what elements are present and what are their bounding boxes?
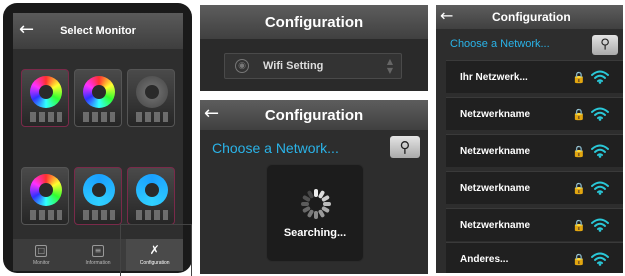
- page-title: Configuration: [264, 13, 364, 31]
- wifi-signal-icon: [591, 144, 609, 158]
- config-header: ← Configuration: [200, 100, 428, 130]
- chevron-updown-icon: ▲ ▼: [386, 57, 393, 75]
- wifi-signal-icon: [591, 70, 609, 84]
- config-header: ← Configuration: [436, 5, 623, 29]
- button-row-icon: [30, 112, 62, 122]
- globe-icon: ◉: [235, 59, 249, 73]
- page-title: Configuration: [492, 10, 571, 24]
- network-row[interactable]: Anderes... 🔒: [446, 242, 623, 273]
- lock-icon: 🔒: [572, 107, 586, 121]
- search-button[interactable]: ⚲: [390, 136, 420, 158]
- choose-network-label: Choose a Network...: [212, 140, 339, 156]
- wifi-signal-icon: [591, 107, 609, 121]
- blue-ring-icon: [136, 174, 168, 206]
- config-wifi-panel: Configuration ◉ Wifi Setting ▲ ▼: [200, 5, 428, 91]
- spinner-icon: [301, 189, 331, 219]
- back-arrow-icon[interactable]: ←: [440, 6, 453, 26]
- wifi-signal-icon: [591, 252, 609, 266]
- config-header: Configuration: [200, 5, 428, 39]
- network-name: Ihr Netzwerk...: [460, 71, 528, 83]
- network-name: Netzwerkname: [460, 182, 531, 194]
- monitor-tile[interactable]: [127, 69, 175, 127]
- color-wheel-icon: [83, 76, 115, 108]
- network-row[interactable]: Netzwerkname 🔒: [446, 208, 623, 241]
- monitor-tile[interactable]: [127, 167, 175, 225]
- wifi-signal-icon: [591, 218, 609, 232]
- page-title: Configuration: [264, 106, 364, 124]
- choose-network-label: Choose a Network...: [450, 38, 550, 50]
- wifi-setting-item[interactable]: ◉ Wifi Setting ▲ ▼: [224, 53, 402, 79]
- tab-monitor[interactable]: □ Monitor: [13, 239, 70, 271]
- tab-label: Monitor: [32, 259, 50, 266]
- color-wheel-icon: [30, 174, 62, 206]
- network-row[interactable]: Netzwerkname 🔒: [446, 171, 623, 204]
- monitor-tile[interactable]: [74, 69, 122, 127]
- select-monitor-header: ← Select Monitor: [13, 13, 183, 49]
- tab-information[interactable]: ≡ Information: [70, 239, 127, 271]
- blue-ring-icon: [83, 174, 115, 206]
- searching-overlay: Searching...: [266, 164, 364, 262]
- search-icon: ⚲: [399, 138, 411, 156]
- dial-icon: [136, 76, 168, 108]
- lock-icon: 🔒: [572, 181, 586, 195]
- color-wheel-icon: [30, 76, 62, 108]
- network-row[interactable]: Ihr Netzwerk... 🔒: [446, 60, 623, 93]
- network-name: Netzwerkname: [460, 108, 531, 120]
- lock-icon: 🔒: [572, 252, 586, 266]
- button-row-icon: [136, 112, 168, 122]
- network-name: Netzwerkname: [460, 219, 531, 231]
- wifi-setting-label: Wifi Setting: [263, 60, 324, 72]
- monitor-icon: □: [35, 244, 48, 257]
- monitor-grid: [13, 49, 183, 239]
- network-name: Netzwerkname: [460, 145, 531, 157]
- button-row-icon: [30, 210, 62, 220]
- wifi-signal-icon: [591, 181, 609, 195]
- network-row[interactable]: Netzwerkname 🔒: [446, 97, 623, 130]
- network-row[interactable]: Netzwerkname 🔒: [446, 134, 623, 167]
- lock-icon: 🔒: [572, 144, 586, 158]
- network-list-panel: ← Configuration Choose a Network... ⚲ Ih…: [436, 5, 623, 273]
- back-arrow-icon[interactable]: ←: [204, 104, 219, 124]
- back-arrow-icon[interactable]: ←: [19, 20, 39, 40]
- search-icon: ⚲: [600, 37, 610, 52]
- monitor-tile[interactable]: [74, 167, 122, 225]
- information-icon: ≡: [92, 244, 104, 257]
- button-row-icon: [83, 210, 115, 220]
- search-button[interactable]: ⚲: [592, 35, 618, 55]
- monitor-tile[interactable]: [21, 167, 69, 225]
- searching-status: Searching...: [283, 227, 347, 239]
- tab-label: Information: [85, 259, 111, 266]
- lock-icon: 🔒: [572, 70, 586, 84]
- configuration-callout-box: [120, 224, 192, 276]
- lock-icon: 🔒: [572, 218, 586, 232]
- button-row-icon: [136, 210, 168, 220]
- monitor-tile[interactable]: [21, 69, 69, 127]
- config-search-panel: ← Configuration Choose a Network... ⚲ Se…: [200, 100, 428, 274]
- network-name: Anderes...: [460, 253, 509, 265]
- button-row-icon: [83, 112, 115, 122]
